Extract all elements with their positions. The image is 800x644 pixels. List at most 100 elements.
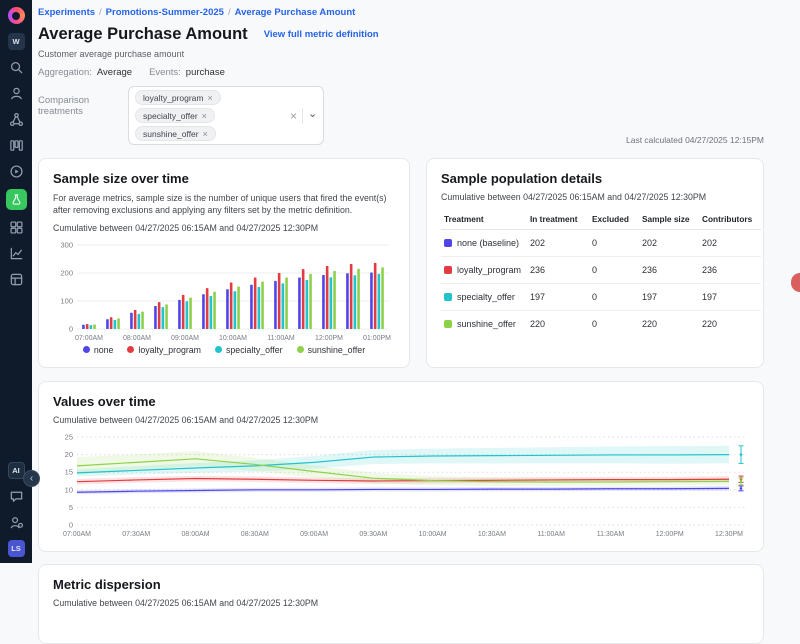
graph-nodes-icon[interactable] bbox=[8, 111, 25, 128]
svg-text:5: 5 bbox=[69, 503, 73, 512]
legend-dot bbox=[83, 346, 90, 353]
col-contributors: Contributors bbox=[699, 210, 761, 230]
svg-text:25: 25 bbox=[65, 432, 73, 441]
sample-size-value: 197 bbox=[639, 284, 699, 311]
page-title: Average Purchase Amount bbox=[38, 25, 248, 44]
table-row: loyalty_program 236 0 236 236 bbox=[441, 257, 761, 284]
workspace-badge[interactable]: W bbox=[8, 33, 25, 50]
view-metric-definition-link[interactable]: View full metric definition bbox=[264, 29, 379, 40]
user-settings-icon[interactable] bbox=[8, 514, 25, 531]
svg-text:12:00PM: 12:00PM bbox=[315, 335, 343, 342]
svg-text:11:00AM: 11:00AM bbox=[267, 335, 295, 342]
svg-text:07:00AM: 07:00AM bbox=[75, 335, 103, 342]
chip-sunshine-offer[interactable]: sunshine_offer × bbox=[135, 126, 216, 141]
chip-remove-icon[interactable]: × bbox=[203, 129, 208, 139]
excluded-value: 0 bbox=[589, 230, 639, 257]
grid-icon[interactable] bbox=[8, 219, 25, 236]
card-title: Sample size over time bbox=[53, 171, 395, 186]
legend-item[interactable]: loyalty_program bbox=[127, 345, 201, 355]
svg-text:12:00PM: 12:00PM bbox=[656, 531, 684, 538]
svg-text:10: 10 bbox=[65, 485, 73, 494]
aggregation-value: Average bbox=[97, 67, 132, 78]
svg-text:11:30AM: 11:30AM bbox=[597, 531, 625, 538]
col-sample-size: Sample size bbox=[639, 210, 699, 230]
svg-text:09:30AM: 09:30AM bbox=[359, 531, 387, 538]
breadcrumb-experiments[interactable]: Experiments bbox=[38, 7, 95, 18]
svg-text:01:00PM: 01:00PM bbox=[363, 335, 391, 342]
svg-text:11:00AM: 11:00AM bbox=[537, 531, 565, 538]
svg-text:20: 20 bbox=[65, 450, 73, 459]
legend-dot bbox=[215, 346, 222, 353]
contributors-value: 220 bbox=[699, 311, 761, 338]
sidebar-collapse-handle[interactable]: ‹ bbox=[23, 470, 40, 487]
excluded-value: 0 bbox=[589, 311, 639, 338]
series-swatch bbox=[444, 293, 452, 301]
svg-text:08:30AM: 08:30AM bbox=[241, 531, 269, 538]
values-line-chart: 051015202507:00AM07:30AM08:00AM08:30AM09… bbox=[53, 431, 753, 539]
user-badge[interactable]: LS bbox=[8, 540, 25, 557]
chevron-down-icon[interactable]: ⌄ bbox=[308, 107, 317, 120]
in-treatment-value: 202 bbox=[527, 230, 589, 257]
sample-size-card: Sample size over time For average metric… bbox=[38, 158, 410, 368]
svg-text:10:00AM: 10:00AM bbox=[419, 531, 447, 538]
layout-table-icon[interactable] bbox=[8, 271, 25, 288]
population-table: Treatment In treatment Excluded Sample s… bbox=[441, 210, 761, 337]
svg-text:10:30AM: 10:30AM bbox=[478, 531, 506, 538]
col-in-treatment: In treatment bbox=[527, 210, 589, 230]
comparison-treatments-label: Comparison treatments bbox=[38, 95, 128, 117]
user-icon[interactable] bbox=[8, 85, 25, 102]
title-row: Average Purchase Amount View full metric… bbox=[38, 25, 764, 44]
columns-icon[interactable] bbox=[8, 137, 25, 154]
breadcrumb-separator: / bbox=[99, 7, 102, 18]
chat-icon[interactable] bbox=[8, 488, 25, 505]
card-description: For average metrics, sample size is the … bbox=[53, 192, 395, 217]
comparison-treatments-select[interactable]: loyalty_program × specialty_offer × suns… bbox=[128, 86, 324, 145]
experiments-icon[interactable] bbox=[6, 189, 27, 210]
play-circle-icon[interactable] bbox=[8, 163, 25, 180]
breadcrumb-experiment-name[interactable]: Promotions-Summer-2025 bbox=[106, 7, 224, 18]
in-treatment-value: 236 bbox=[527, 257, 589, 284]
metric-subtitle: Customer average purchase amount bbox=[38, 49, 764, 59]
select-divider bbox=[302, 108, 303, 124]
card-title: Values over time bbox=[53, 394, 749, 409]
svg-text:07:30AM: 07:30AM bbox=[122, 531, 150, 538]
chip-loyalty-program[interactable]: loyalty_program × bbox=[135, 90, 221, 105]
svg-text:07:00AM: 07:00AM bbox=[63, 531, 91, 538]
top-cards-row: Sample size over time For average metric… bbox=[38, 158, 764, 368]
svg-text:200: 200 bbox=[60, 268, 73, 277]
app-logo[interactable] bbox=[8, 7, 25, 24]
svg-text:09:00AM: 09:00AM bbox=[300, 531, 328, 538]
legend-dot bbox=[127, 346, 134, 353]
chip-remove-icon[interactable]: × bbox=[207, 93, 212, 103]
legend-item[interactable]: none bbox=[83, 345, 114, 355]
svg-text:100: 100 bbox=[60, 296, 73, 305]
ai-badge[interactable]: AI bbox=[8, 462, 25, 479]
sample-size-bar-chart: 010020030007:00AM08:00AM09:00AM10:00AM11… bbox=[53, 237, 393, 343]
sample-size-value: 220 bbox=[639, 311, 699, 338]
sample-population-card: Sample population details Cumulative bet… bbox=[426, 158, 764, 368]
in-treatment-value: 197 bbox=[527, 284, 589, 311]
cumulative-range: Cumulative between 04/27/2025 06:15AM an… bbox=[53, 598, 749, 608]
values-over-time-card: Values over time Cumulative between 04/2… bbox=[38, 381, 764, 552]
legend-item[interactable]: sunshine_offer bbox=[297, 345, 366, 355]
card-title: Metric dispersion bbox=[53, 577, 749, 592]
series-swatch bbox=[444, 266, 452, 274]
series-swatch bbox=[444, 320, 452, 328]
col-excluded: Excluded bbox=[589, 210, 639, 230]
clear-selection-icon[interactable]: × bbox=[290, 109, 297, 123]
chip-remove-icon[interactable]: × bbox=[202, 111, 207, 121]
contributors-value: 197 bbox=[699, 284, 761, 311]
in-treatment-value: 220 bbox=[527, 311, 589, 338]
chart-line-icon[interactable] bbox=[8, 245, 25, 262]
card-title: Sample population details bbox=[441, 171, 749, 186]
treatment-name: none (baseline) bbox=[457, 238, 519, 248]
svg-text:09:00AM: 09:00AM bbox=[171, 335, 199, 342]
chip-specialty-offer[interactable]: specialty_offer × bbox=[135, 108, 215, 123]
events-label: Events: bbox=[149, 67, 181, 78]
aggregation-row: Aggregation: Average Events: purchase bbox=[38, 67, 764, 78]
search-icon[interactable] bbox=[8, 59, 25, 76]
events-value: purchase bbox=[186, 67, 225, 78]
table-row: sunshine_offer 220 0 220 220 bbox=[441, 311, 761, 338]
legend-item[interactable]: specialty_offer bbox=[215, 345, 283, 355]
contributors-value: 236 bbox=[699, 257, 761, 284]
